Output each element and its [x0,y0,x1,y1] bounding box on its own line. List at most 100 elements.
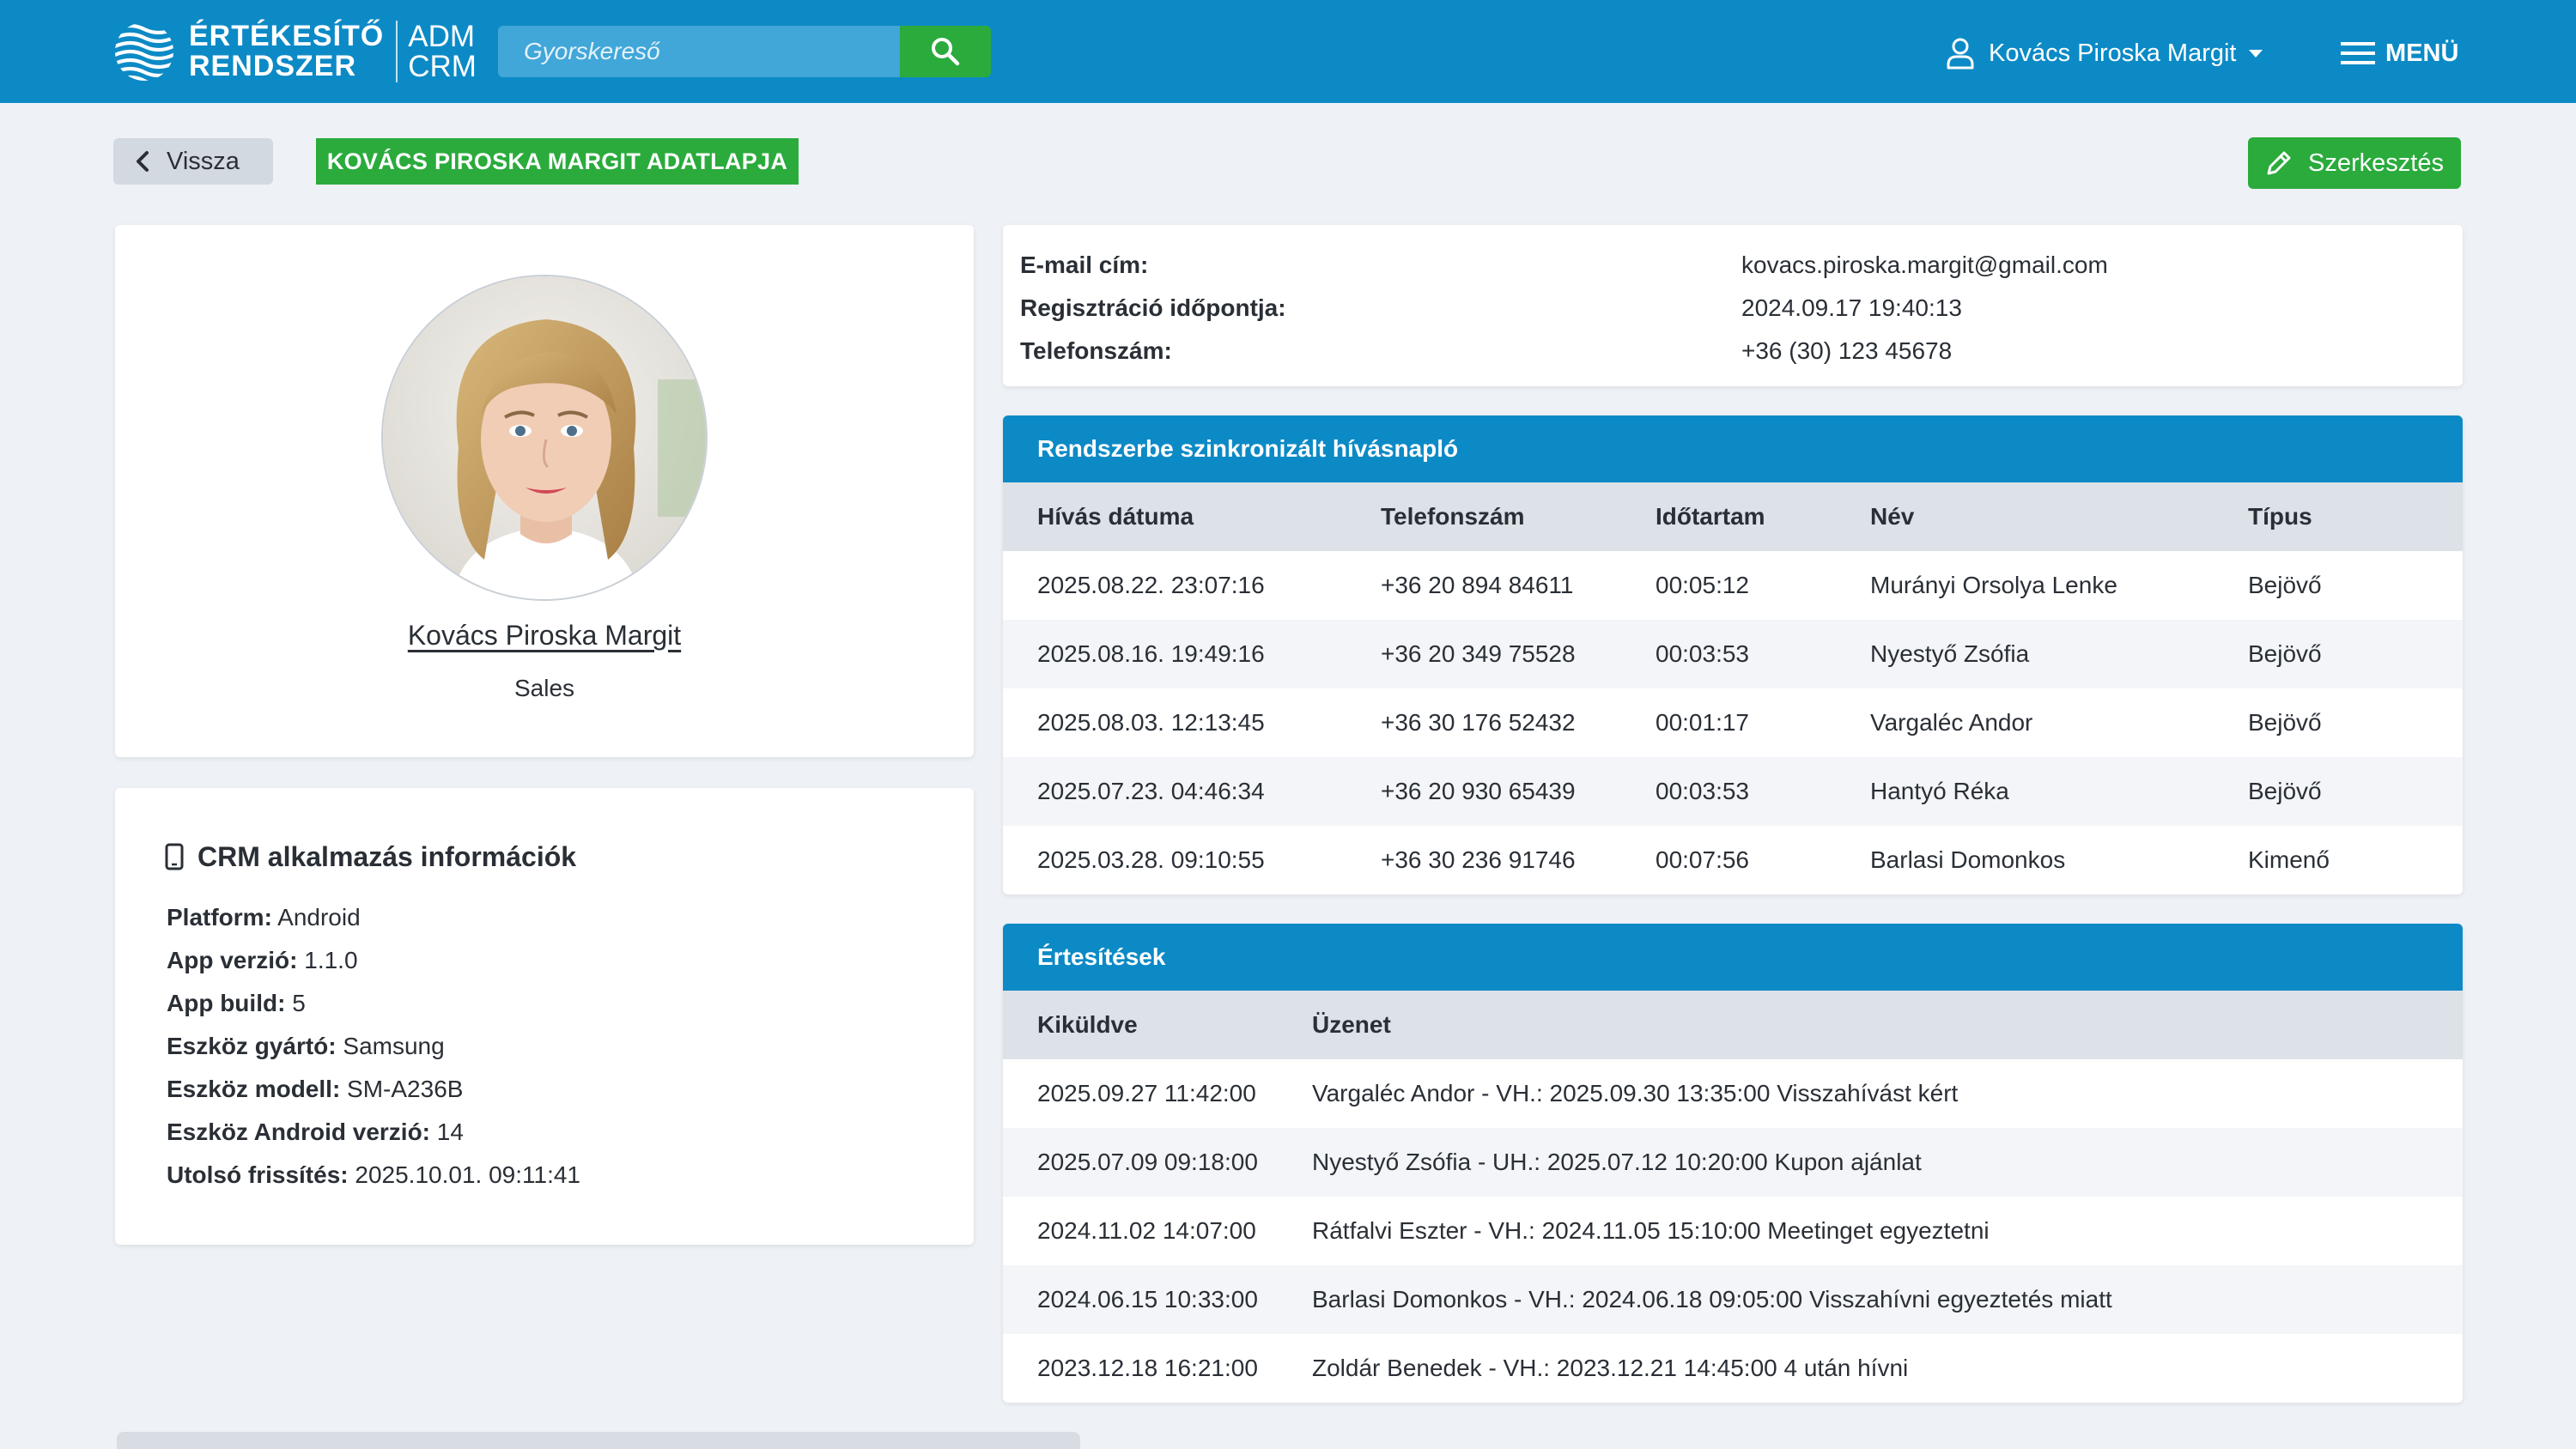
crm-info-label: Platform: [167,904,272,931]
profile-name-link[interactable]: Kovács Piroska Margit [115,620,974,652]
edit-button[interactable]: Szerkesztés [2248,137,2461,189]
crm-info-value: Samsung [343,1033,445,1059]
call-name: Murányi Orsolya Lenke [1870,572,2117,598]
edit-label: Szerkesztés [2308,149,2444,177]
call-date: 2025.08.03. 12:13:45 [1037,709,1265,736]
crm-info-label: Utolsó frissítés: [167,1161,349,1188]
menu-label: MENÜ [2385,39,2459,67]
crm-info-row: Platform: Android [167,896,580,939]
call-log-body: 2025.08.22. 23:07:16 +36 20 894 84611 00… [1003,551,2463,894]
column-header-sent[interactable]: Kiküldve [1037,991,1138,1059]
crm-info-title: CRM alkalmazás információk [165,840,576,874]
crm-info-value: 5 [292,990,306,1016]
table-row[interactable]: 2025.08.22. 23:07:16 +36 20 894 84611 00… [1003,551,2463,620]
call-duration: 00:01:17 [1656,709,1749,736]
column-header-duration[interactable]: Időtartam [1656,482,1765,551]
call-duration: 00:05:12 [1656,572,1749,598]
logo-wordmark: ÉRTÉKESÍTŐ RENDSZER [189,21,384,82]
search-button[interactable] [900,26,991,77]
call-date: 2025.07.23. 04:46:34 [1037,778,1265,804]
top-navigation-bar: ÉRTÉKESÍTŐ RENDSZER ADM CRM Kovács Piros… [0,0,2576,103]
call-name: Nyestyő Zsófia [1870,640,2030,667]
user-dropdown[interactable]: Kovács Piroska Margit [1946,34,2263,72]
column-header-name[interactable]: Név [1870,482,1914,551]
call-name: Barlasi Domonkos [1870,846,2066,873]
avatar [381,275,708,601]
column-header-date[interactable]: Hívás dátuma [1037,482,1194,551]
crm-info-title-text: CRM alkalmazás információk [197,840,577,872]
user-icon [1947,38,1974,70]
crm-info-label: Eszköz Android verzió: [167,1119,431,1145]
call-log-card: Rendszerbe szinkronizált hívásnapló Hívá… [1003,415,2463,894]
call-duration: 00:07:56 [1656,846,1749,873]
crm-info-value: 1.1.0 [304,947,358,973]
email-label: E-mail cím: [1020,252,1149,278]
contact-info-list: E-mail cím: kovacs.piroska.margit@gmail.… [1020,244,2445,373]
call-type: Bejövő [2248,572,2322,598]
smartphone-icon [165,843,184,870]
notification-message: Nyestyő Zsófia - UH.: 2025.07.12 10:20:0… [1312,1149,1922,1175]
crm-info-row: Eszköz modell: SM-A236B [167,1068,580,1111]
notification-sent: 2024.06.15 10:33:00 [1037,1286,1258,1313]
crm-info-label: App verzió: [167,947,298,973]
registration-value: 2024.09.17 19:40:13 [1741,294,1962,321]
call-name: Hantyó Réka [1870,778,2009,804]
crm-info-row: App build: 5 [167,982,580,1025]
table-row[interactable]: 2025.09.27 11:42:00 Vargaléc Andor - VH.… [1003,1059,2463,1128]
call-type: Bejövő [2248,640,2322,667]
chevron-left-icon [137,151,149,172]
table-row[interactable]: 2023.12.18 16:21:00 Zoldár Benedek - VH.… [1003,1334,2463,1403]
app-logo[interactable]: ÉRTÉKESÍTŐ RENDSZER ADM CRM [112,21,477,82]
notifications-body: 2025.09.27 11:42:00 Vargaléc Andor - VH.… [1003,1059,2463,1403]
table-row[interactable]: 2025.07.23. 04:46:34 +36 20 930 65439 00… [1003,757,2463,826]
call-date: 2025.03.28. 09:10:55 [1037,846,1265,873]
call-duration: 00:03:53 [1656,778,1749,804]
notifications-card: Értesítések Kiküldve Üzenet 2025.09.27 1… [1003,924,2463,1403]
table-row[interactable]: 2024.11.02 14:07:00 Rátfalvi Eszter - VH… [1003,1197,2463,1265]
phone-label: Telefonszám: [1020,337,1172,364]
table-row[interactable]: 2025.07.09 09:18:00 Nyestyő Zsófia - UH.… [1003,1128,2463,1197]
call-phone: +36 30 236 91746 [1381,846,1576,873]
table-row[interactable]: 2025.03.28. 09:10:55 +36 30 236 91746 00… [1003,826,2463,894]
notifications-header: Kiküldve Üzenet [1003,991,2463,1059]
crm-info-row: Utolsó frissítés: 2025.10.01. 09:11:41 [167,1154,580,1197]
page-title: KOVÁCS PIROSKA MARGIT ADATLAPJA [316,138,799,185]
back-button[interactable]: Vissza [113,138,273,185]
back-label: Vissza [167,147,240,175]
search-input[interactable] [498,26,900,77]
table-row[interactable]: 2025.08.03. 12:13:45 +36 30 176 52432 00… [1003,688,2463,757]
chevron-down-icon [2248,49,2263,58]
user-name-label: Kovács Piroska Margit [1989,39,2237,67]
notification-sent: 2023.12.18 16:21:00 [1037,1355,1258,1381]
column-header-message[interactable]: Üzenet [1312,991,1391,1059]
email-value: kovacs.piroska.margit@gmail.com [1741,252,2108,278]
crm-info-list: Platform: Android App verzió: 1.1.0 App … [167,896,580,1197]
logo-line-2: RENDSZER [189,50,357,82]
phone-value: +36 (30) 123 45678 [1741,337,1953,364]
main-menu-button[interactable]: MENÜ [2341,34,2458,72]
notifications-title: Értesítések [1003,924,2463,991]
logo-subtitle: ADM CRM [408,21,477,82]
crm-info-label: Eszköz modell: [167,1076,341,1102]
notification-sent: 2024.11.02 14:07:00 [1037,1217,1256,1244]
quick-search [498,26,991,77]
crm-info-row: Eszköz Android verzió: 14 [167,1111,580,1154]
call-phone: +36 30 176 52432 [1381,709,1576,736]
registration-label: Regisztráció időpontja: [1020,294,1286,321]
crm-info-row: App verzió: 1.1.0 [167,939,580,982]
call-type: Bejövő [2248,778,2322,804]
call-phone: +36 20 349 75528 [1381,640,1576,667]
call-log-header: Hívás dátuma Telefonszám Időtartam Név T… [1003,482,2463,551]
crm-info-value: Android [277,904,361,931]
table-row[interactable]: 2025.08.16. 19:49:16 +36 20 349 75528 00… [1003,620,2463,688]
contact-info-row: Regisztráció időpontja: 2024.09.17 19:40… [1020,287,2445,330]
column-header-phone[interactable]: Telefonszám [1381,482,1525,551]
call-date: 2025.08.22. 23:07:16 [1037,572,1265,598]
crm-info-value: 14 [436,1119,464,1145]
profile-card: Kovács Piroska Margit Sales [115,225,974,757]
column-header-type[interactable]: Típus [2248,482,2312,551]
notification-message: Barlasi Domonkos - VH.: 2024.06.18 09:05… [1312,1286,2112,1313]
notification-sent: 2025.09.27 11:42:00 [1037,1080,1256,1106]
crm-info-row: Eszköz gyártó: Samsung [167,1025,580,1068]
table-row[interactable]: 2024.06.15 10:33:00 Barlasi Domonkos - V… [1003,1265,2463,1334]
